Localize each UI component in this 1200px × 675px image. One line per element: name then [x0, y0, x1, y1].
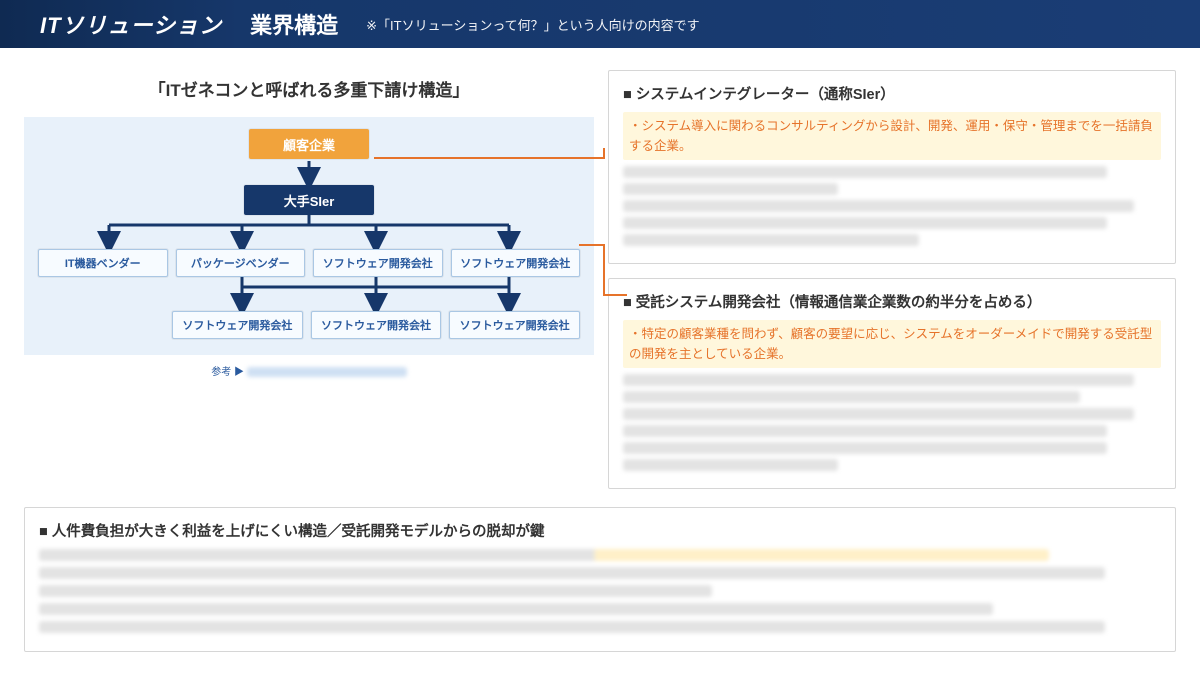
card-contract-highlight-text: 特定の顧客業種を問わず、顧客の要望に応じ、システムをオーダーメイドで開発する受託…: [629, 327, 1152, 361]
tier2-row: IT機器ベンダー パッケージベンダー ソフトウェア開発会社 ソフトウェア開発会社: [32, 249, 586, 277]
card-bottom-title: ■ 人件費負担が大きく利益を上げにくい構造／受託開発モデルからの脱却が鍵: [39, 520, 1161, 541]
blurred-text: [623, 183, 838, 195]
diagram-title: 「ITゼネコンと呼ばれる多重下請け構造」: [24, 76, 594, 101]
blurred-text: [623, 234, 919, 246]
blurred-text: [39, 603, 993, 615]
card-sier: ■ システムインテグレーター（通称SIer） システム導入に関わるコンサルティン…: [608, 70, 1176, 264]
reference-label: 参考 ▶: [211, 367, 244, 378]
card-sier-highlight-text: システム導入に関わるコンサルティングから設計、開発、運用・保守・管理までを一括請…: [629, 119, 1153, 153]
node-tier1: 大手SIer: [244, 185, 374, 215]
header-note: ※「ITソリューションって何？」という人向けの内容です: [366, 15, 700, 34]
arrow-down-icon: [294, 159, 324, 185]
branch-tier2-icon: [39, 215, 579, 249]
tier3-row: ソフトウェア開発会社 ソフトウェア開発会社 ソフトウェア開発会社: [32, 311, 586, 339]
blurred-text: [39, 585, 712, 597]
diagram-canvas: 顧客企業 大手SIer IT機器ベンダー パ: [24, 117, 594, 355]
right-column: ■ システムインテグレーター（通称SIer） システム導入に関わるコンサルティン…: [608, 70, 1176, 489]
card-bottom: ■ 人件費負担が大きく利益を上げにくい構造／受託開発モデルからの脱却が鍵: [24, 507, 1176, 652]
page-header: ITソリューション 業界構造 ※「ITソリューションって何？」という人向けの内容…: [0, 0, 1200, 48]
node-customer: 顧客企業: [249, 129, 369, 159]
blurred-text: [623, 374, 1134, 386]
node-tier2-1: パッケージベンダー: [176, 249, 306, 277]
diagram-reference: 参考 ▶: [24, 363, 594, 378]
node-tier2-3: ソフトウェア開発会社: [451, 249, 581, 277]
node-tier3-2: ソフトウェア開発会社: [449, 311, 580, 339]
node-tier3-1: ソフトウェア開発会社: [311, 311, 442, 339]
content-grid: 「ITゼネコンと呼ばれる多重下請け構造」 顧客企業 大手SIer: [0, 48, 1200, 662]
header-category: ITソリューション: [40, 8, 222, 40]
blurred-text: [623, 166, 1107, 178]
blurred-text: [623, 217, 1107, 229]
card-sier-title: ■ システムインテグレーター（通称SIer）: [623, 83, 1161, 104]
blurred-text: [623, 408, 1134, 420]
blurred-text: [39, 621, 1105, 633]
node-tier2-0: IT機器ベンダー: [38, 249, 168, 277]
blurred-text: [39, 567, 1105, 579]
card-contract-highlight: 特定の顧客業種を問わず、顧客の要望に応じ、システムをオーダーメイドで開発する受託…: [623, 320, 1161, 368]
card-contract-dev: ■ 受託システム開発会社（情報通信業企業数の約半分を占める） 特定の顧客業種を問…: [608, 278, 1176, 489]
diagram-panel: 「ITゼネコンと呼ばれる多重下請け構造」 顧客企業 大手SIer: [24, 70, 594, 489]
header-section: 業界構造: [250, 8, 338, 40]
blurred-text: [623, 459, 838, 471]
blurred-text: [623, 200, 1134, 212]
node-tier3-0: ソフトウェア開発会社: [172, 311, 303, 339]
branch-tier3-icon: [39, 277, 579, 311]
blurred-text: [39, 549, 1049, 561]
blurred-text: [623, 391, 1080, 403]
reference-blurred: [247, 367, 407, 377]
card-contract-title: ■ 受託システム開発会社（情報通信業企業数の約半分を占める）: [623, 291, 1161, 312]
blurred-text: [623, 442, 1107, 454]
card-sier-highlight: システム導入に関わるコンサルティングから設計、開発、運用・保守・管理までを一括請…: [623, 112, 1161, 160]
blurred-text: [623, 425, 1107, 437]
node-tier2-2: ソフトウェア開発会社: [313, 249, 443, 277]
